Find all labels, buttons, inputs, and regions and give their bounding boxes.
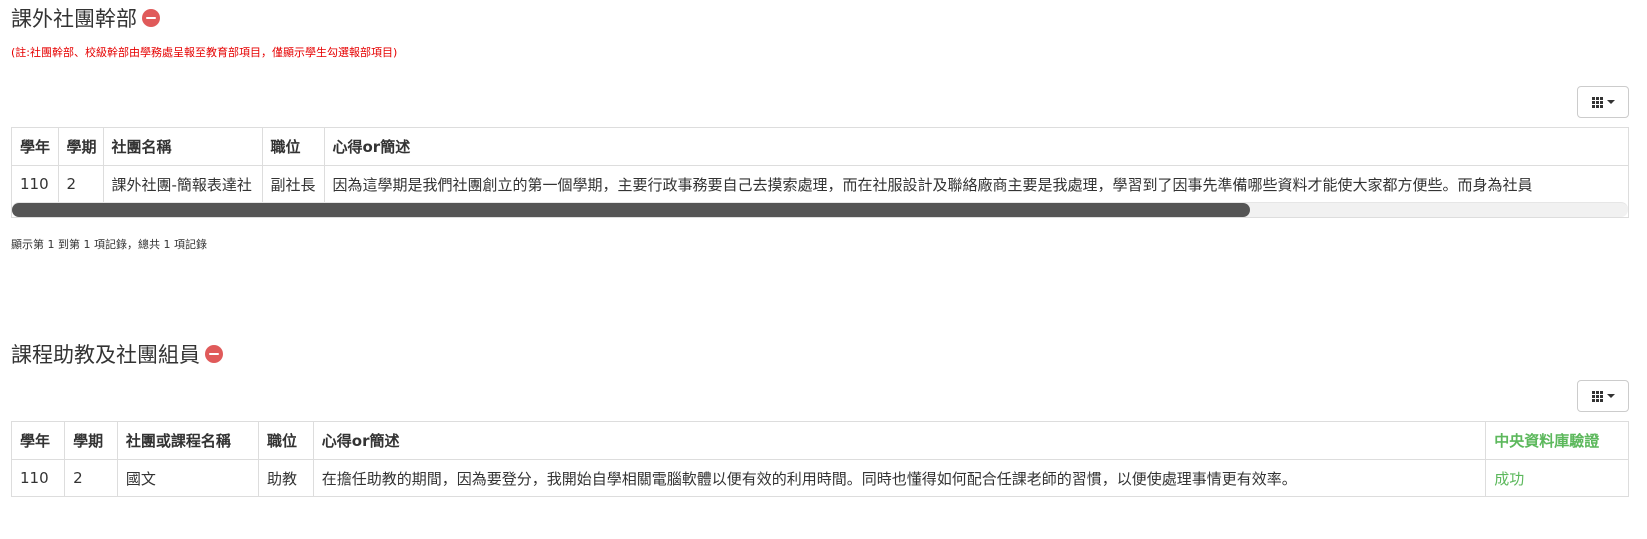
cell-club-name: 課外社團-簡報表達社	[103, 165, 263, 202]
table-toolbar	[11, 380, 1629, 414]
columns-toggle-button[interactable]	[1577, 380, 1629, 412]
table-toolbar	[11, 86, 1629, 120]
col-header-position[interactable]: 職位	[258, 422, 314, 460]
columns-toggle-button[interactable]	[1577, 86, 1629, 118]
caret-down-icon	[1606, 100, 1615, 104]
cell-course-name: 國文	[117, 459, 260, 496]
col-header-reflection[interactable]: 心得or簡述	[324, 128, 1628, 166]
section-title-text: 課程助教及社團組員	[11, 343, 200, 367]
col-header-semester[interactable]: 學期	[58, 128, 104, 166]
pagination-info: 顯示第 1 到第 1 項記錄，總共 1 項記錄	[11, 238, 207, 251]
cell-year: 110	[12, 459, 66, 496]
cell-verify-status: 成功	[1494, 469, 1525, 488]
col-header-club-or-course[interactable]: 社團或課程名稱	[117, 422, 260, 460]
section-title: 課程助教及社團組員	[11, 336, 1629, 372]
table-header-row: 學年 學期 社團或課程名稱 職位 心得or簡述 中央資料庫驗證	[12, 422, 1628, 460]
cell-semester: 2	[64, 459, 118, 496]
minus-circle-icon[interactable]	[142, 9, 160, 27]
col-header-club-name[interactable]: 社團名稱	[103, 128, 263, 166]
section-note: (註:社團幹部、校級幹部由學務處呈報至教育部項目，僅顯示學生勾選報部項目)	[11, 46, 398, 59]
cell-position: 助教	[258, 459, 314, 496]
cell-reflection: 因為這學期是我們社團創立的第一個學期，主要行政事務要自己去摸索處理，而在社服設計…	[332, 175, 1533, 194]
club-officers-table: 學年 學期 社團名稱 職位 心得or簡述 110 2 課外社團-簡報表達社 副社…	[12, 128, 1628, 202]
caret-down-icon	[1606, 394, 1615, 398]
minus-circle-icon[interactable]	[205, 345, 223, 363]
table-header-row: 學年 學期 社團名稱 職位 心得or簡述	[12, 128, 1628, 166]
table-row: 110 2 課外社團-簡報表達社 副社長 因為這學期是我們社團創立的第一個學期，…	[12, 165, 1628, 202]
cell-semester: 2	[58, 165, 104, 202]
cell-position: 副社長	[262, 165, 325, 202]
grid-icon	[1591, 96, 1603, 108]
col-header-position[interactable]: 職位	[262, 128, 325, 166]
cell-reflection: 在擔任助教的期間，因為要登分，我開始自學相關電腦軟體以便有效的利用時間。同時也懂…	[313, 459, 1487, 496]
col-header-reflection[interactable]: 心得or簡述	[313, 422, 1487, 460]
table-row: 110 2 國文 助教 在擔任助教的期間，因為要登分，我開始自學相關電腦軟體以便…	[12, 459, 1628, 496]
section-title-text: 課外社團幹部	[11, 7, 137, 31]
col-header-central-db-verify[interactable]: 中央資料庫驗證	[1485, 422, 1628, 460]
grid-icon	[1591, 390, 1603, 402]
section-title: 課外社團幹部	[11, 0, 1629, 36]
section-teaching-assistants: 課程助教及社團組員 學年 學期 社團或課程名稱 職位 心得or簡述 中央資料庫驗…	[11, 336, 1629, 497]
col-header-year[interactable]: 學年	[12, 422, 66, 460]
table-scroll-container: 學年 學期 社團名稱 職位 心得or簡述 110 2 課外社團-簡報表達社 副社…	[11, 127, 1629, 218]
teaching-assistants-table: 學年 學期 社團或課程名稱 職位 心得or簡述 中央資料庫驗證 110 2 國文…	[12, 422, 1628, 496]
scrollbar-thumb[interactable]	[12, 203, 1250, 217]
cell-year: 110	[12, 165, 59, 202]
col-header-year[interactable]: 學年	[12, 128, 59, 166]
horizontal-scrollbar[interactable]	[12, 202, 1628, 217]
table-container: 學年 學期 社團或課程名稱 職位 心得or簡述 中央資料庫驗證 110 2 國文…	[11, 421, 1629, 497]
col-header-semester[interactable]: 學期	[64, 422, 118, 460]
section-club-officers: 課外社團幹部 (註:社團幹部、校級幹部由學務處呈報至教育部項目，僅顯示學生勾選報…	[11, 0, 1629, 252]
